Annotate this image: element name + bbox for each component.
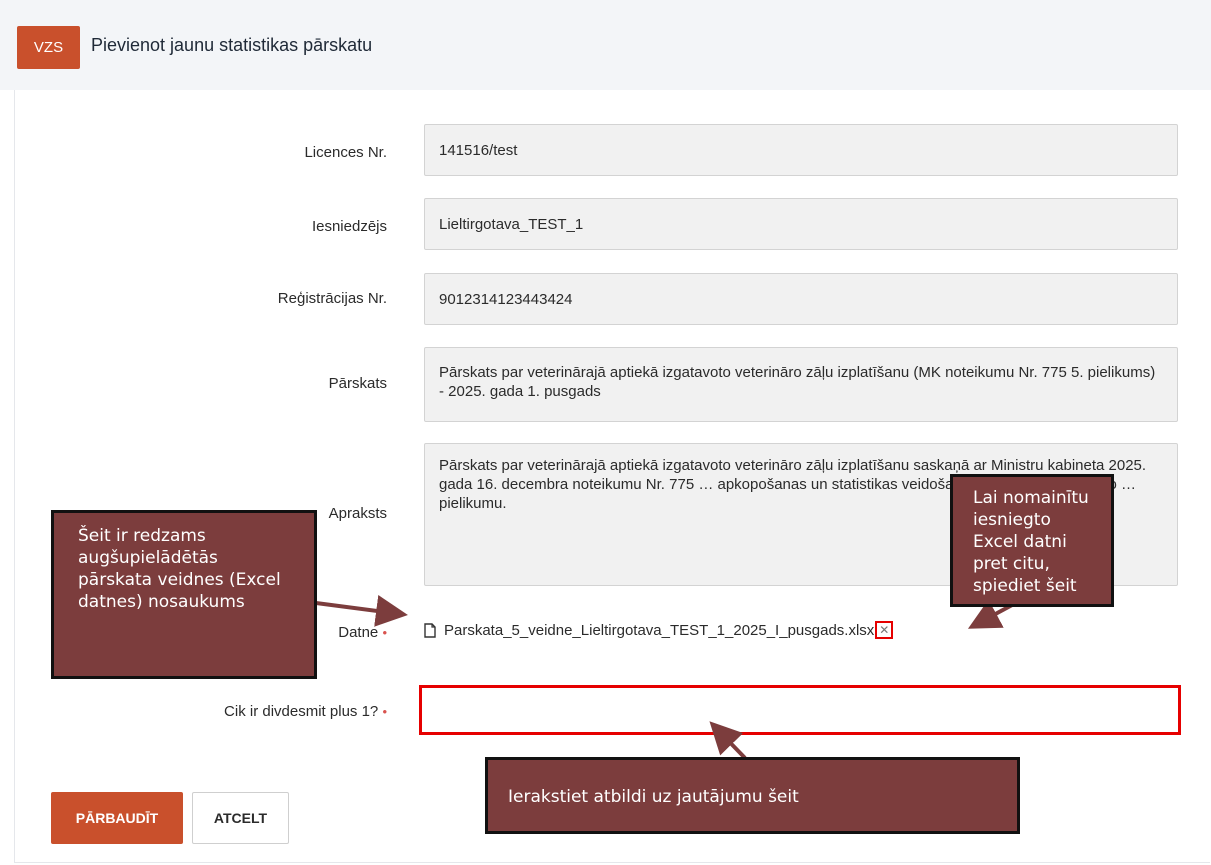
callout-file-name: Šeit ir redzams augšupielādētās pārskata… bbox=[51, 510, 317, 679]
callout-answer: Ierakstiet atbildi uz jautājumu šeit bbox=[485, 757, 1020, 834]
callout-replace-file: Lai nomainītu iesniegto Excel datni pret… bbox=[950, 474, 1114, 607]
arrow-answer bbox=[709, 721, 747, 760]
arrow-file-name bbox=[315, 595, 408, 627]
callout-arrows bbox=[315, 588, 1041, 760]
